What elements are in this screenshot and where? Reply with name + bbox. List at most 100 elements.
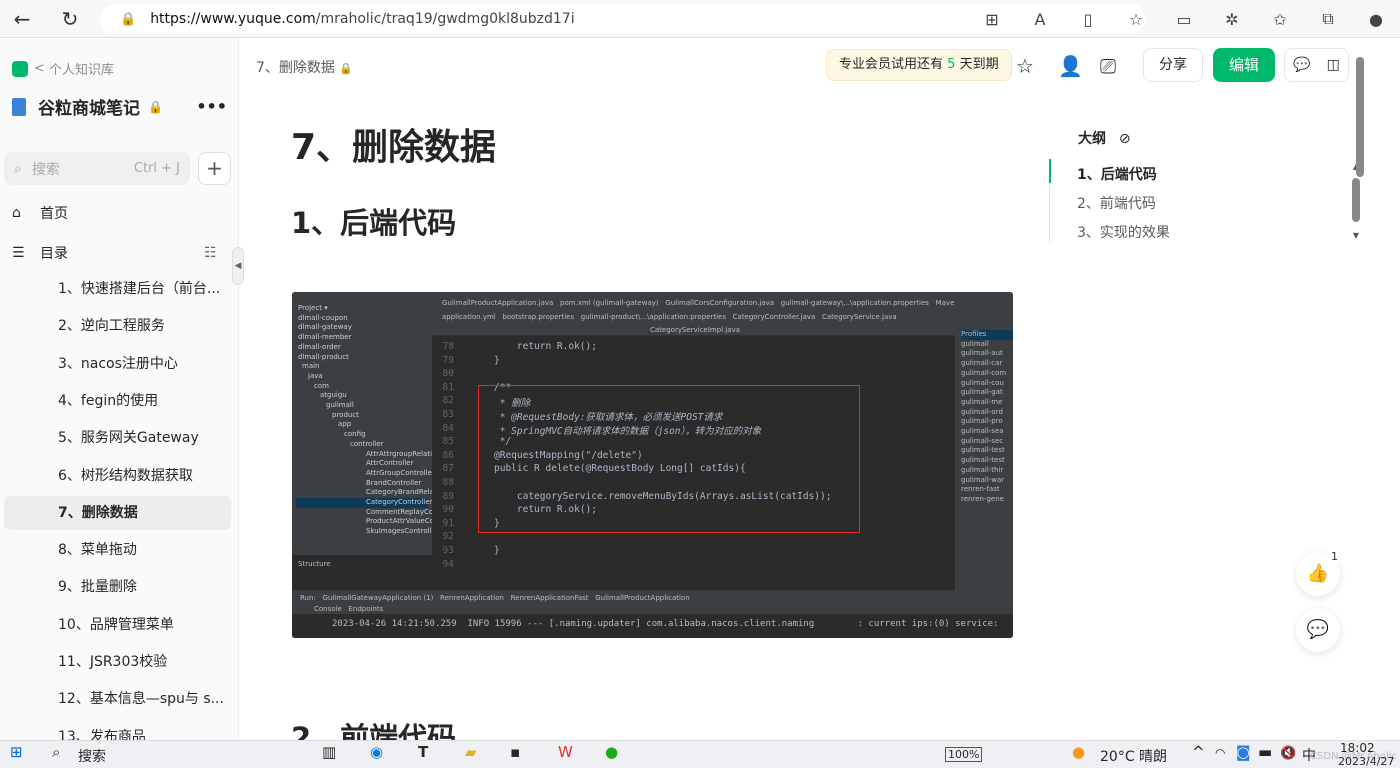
comment-icon[interactable]: 💬 bbox=[1293, 57, 1310, 73]
task-view-icon[interactable]: ▥ bbox=[322, 743, 336, 761]
file-explorer-icon[interactable]: ▰ bbox=[465, 743, 477, 761]
wps-icon[interactable]: W bbox=[558, 743, 573, 761]
panel-icon[interactable]: ◫ bbox=[1327, 57, 1340, 73]
page-title: 7、删除数据 bbox=[291, 127, 497, 168]
refresh-icon[interactable]: ↻ bbox=[52, 1, 88, 37]
mute-icon[interactable]: 🔇 bbox=[1280, 746, 1296, 761]
sidebar-doc-item[interactable]: 6、树形结构数据获取 bbox=[4, 459, 231, 493]
search-icon: ⌕ bbox=[14, 160, 22, 177]
trial-prefix: 专业会员试用还有 bbox=[839, 57, 944, 72]
presentation-icon[interactable]: ⎚ bbox=[1100, 54, 1116, 78]
sidebar-doc-item[interactable]: 8、菜单拖动 bbox=[4, 533, 231, 567]
maven-item: gulimall-sec bbox=[961, 436, 1004, 445]
maven-item: gulimall bbox=[961, 339, 989, 348]
reader-icon[interactable]: ▯ bbox=[1064, 10, 1112, 29]
home-icon: ⌂ bbox=[12, 205, 21, 221]
outline-item[interactable]: 3、实现的效果 bbox=[1077, 222, 1170, 242]
windows-start-icon[interactable]: ⊞ bbox=[10, 743, 23, 761]
profile-avatar[interactable]: ● bbox=[1352, 10, 1400, 29]
sidebar-doc-item[interactable]: 10、品牌管理菜单 bbox=[4, 608, 231, 642]
breadcrumb[interactable]: < 个人知识库 bbox=[12, 59, 114, 78]
sidebar-doc-item[interactable]: 12、基本信息—spu与 s... bbox=[4, 682, 231, 716]
search-input[interactable]: ⌕ 搜索 Ctrl + J bbox=[4, 152, 190, 185]
ide-project-tree: Project ▾ dlmall-coupon dlmall-gateway dlma… bbox=[292, 300, 443, 555]
trial-suffix: 天到期 bbox=[959, 57, 999, 72]
edit-button[interactable]: 编辑 bbox=[1213, 48, 1275, 82]
share-button[interactable]: 分享 bbox=[1143, 48, 1203, 82]
highlight-box bbox=[478, 385, 860, 533]
weather-text[interactable]: 20°C 晴朗 bbox=[1100, 746, 1167, 766]
sidebar-doc-item[interactable]: 7、删除数据 bbox=[4, 495, 231, 530]
search-placeholder: 搜索 bbox=[31, 161, 60, 178]
ide-console-tabs: Console Endpoints bbox=[314, 605, 384, 613]
sidebar-doc-item[interactable]: 1、快速搭建后台（前台... bbox=[4, 272, 231, 306]
page-scrollbar[interactable] bbox=[1353, 55, 1367, 740]
edge-icon[interactable]: ◉ bbox=[370, 743, 383, 761]
battery-indicator[interactable]: 100% bbox=[945, 747, 983, 762]
screen-icon[interactable]: ▭ bbox=[1160, 10, 1208, 29]
favorites-icon[interactable]: ✩ bbox=[1256, 10, 1304, 29]
ide-tree-item: SkuImagesController bbox=[366, 527, 439, 536]
sidebar-doc-item[interactable]: 9、批量删除 bbox=[4, 570, 231, 604]
like-count: 1 bbox=[1327, 550, 1342, 563]
apps-icon[interactable]: ⊞ bbox=[968, 10, 1016, 29]
wifi-icon[interactable]: ◠ bbox=[1215, 746, 1225, 760]
clock-time[interactable]: 18:02 bbox=[1340, 741, 1375, 755]
terminal-icon[interactable]: ▪ bbox=[510, 743, 520, 761]
ide-tree-item: java bbox=[308, 371, 323, 380]
maven-item: gulimall-pro bbox=[961, 417, 1003, 426]
ide-tree-item: BrandController bbox=[366, 478, 422, 487]
line-number: 82 bbox=[442, 395, 454, 407]
add-button[interactable]: + bbox=[198, 152, 231, 185]
sidebar-doc-item[interactable]: 11、JSR303校验 bbox=[4, 645, 231, 679]
nav-home[interactable]: ⌂ 首页 bbox=[12, 203, 68, 223]
star-icon[interactable]: ☆ bbox=[1016, 54, 1034, 78]
line-number: 84 bbox=[442, 422, 454, 434]
ide-console-line: 2023-04-26 14:21:50.259 INFO 15996 --- [… bbox=[292, 614, 1013, 638]
sidebar-doc-item[interactable]: 5、服务网关Gateway bbox=[4, 421, 231, 455]
collapse-sidebar-handle[interactable]: ◀ bbox=[232, 247, 244, 285]
favorite-add-icon[interactable]: ☆ bbox=[1112, 10, 1160, 29]
line-number: 81 bbox=[442, 381, 454, 393]
book-icon bbox=[12, 97, 26, 116]
app-tray-icon[interactable]: ◙ bbox=[1236, 743, 1251, 761]
outline-item[interactable]: 2、前端代码 bbox=[1077, 193, 1156, 213]
comment-button[interactable]: 💬 bbox=[1296, 608, 1340, 652]
ide-tree-item: CommentReplayCont bbox=[366, 507, 441, 516]
trial-banner[interactable]: 专业会员试用还有 5 天到期 bbox=[826, 49, 1012, 81]
maven-item: gulimall-thir bbox=[961, 465, 1004, 474]
sidebar: < 个人知识库 谷粒商城笔记 🔒 ••• ⌕ 搜索 Ctrl + J + ⌂ 首页 ☰ 目录… bbox=[0, 39, 244, 745]
collections-icon[interactable]: ⧉ bbox=[1304, 9, 1352, 29]
ide-tree-item: ProductAttrValueCon bbox=[366, 517, 439, 526]
read-aloud-icon[interactable]: A bbox=[1016, 10, 1064, 29]
outline-active-bar bbox=[1049, 159, 1051, 183]
sidebar-doc-item[interactable]: 4、fegin的使用 bbox=[4, 384, 231, 418]
battery-icon[interactable]: ▬ bbox=[1258, 743, 1272, 761]
more-icon[interactable]: ••• bbox=[196, 97, 227, 116]
sidebar-doc-item[interactable]: 3、nacos注册中心 bbox=[4, 347, 231, 381]
ide-tree-item: CategoryBrandRelatio bbox=[366, 488, 443, 497]
taskbar-search[interactable]: 搜索 bbox=[78, 746, 106, 766]
wechat-icon[interactable]: ● bbox=[605, 743, 618, 761]
back-icon[interactable]: ← bbox=[4, 1, 40, 37]
hide-outline-icon[interactable]: ⊘ bbox=[1119, 131, 1131, 147]
line-number: 87 bbox=[442, 463, 454, 475]
extensions-icon[interactable]: ✲ bbox=[1208, 10, 1256, 29]
nav-catalog[interactable]: ☰ 目录 ☷ bbox=[12, 243, 217, 263]
maven-item: gulimall-ord bbox=[961, 407, 1003, 416]
chevron-up-icon[interactable]: ^ bbox=[1192, 743, 1205, 761]
typora-icon[interactable]: T bbox=[418, 743, 428, 761]
sidebar-doc-item[interactable]: 2、逆向工程服务 bbox=[4, 309, 231, 343]
ide-run-bar: Run: GulimallGatewayApplication (1) Renr… bbox=[292, 590, 1013, 614]
catalog-settings-icon[interactable]: ☷ bbox=[204, 245, 217, 261]
line-number: 94 bbox=[442, 558, 454, 570]
clock-date[interactable]: 2023/4/27 bbox=[1338, 755, 1394, 768]
ide-tree-item: main bbox=[302, 362, 320, 371]
kb-title[interactable]: 谷粒商城笔记 🔒 ••• bbox=[12, 94, 227, 119]
search-icon[interactable]: ⌕ bbox=[52, 743, 60, 761]
ide-tree-item: AttrAttrgroupRelation bbox=[366, 449, 441, 458]
nav-catalog-label: 目录 bbox=[40, 246, 68, 262]
ide-tree-item: controller bbox=[350, 439, 384, 448]
add-collaborator-icon[interactable]: 👤 bbox=[1058, 54, 1083, 78]
outline-item[interactable]: 1、后端代码 bbox=[1077, 164, 1157, 184]
